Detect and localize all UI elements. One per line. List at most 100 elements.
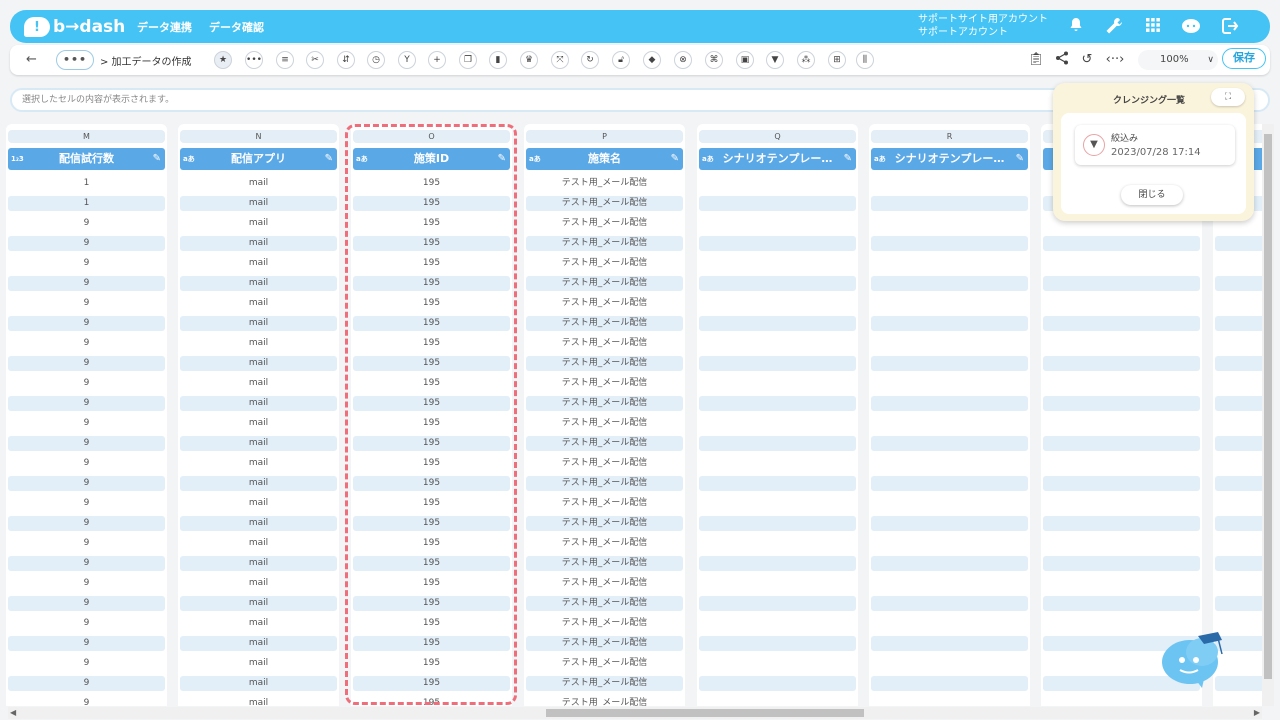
grid-column[interactable]: Raあ シナリオテンプレー… ✎ [869,124,1030,706]
grid-cell[interactable] [1215,696,1262,706]
grid-cell[interactable] [871,316,1028,331]
grid-cell[interactable] [1215,436,1262,451]
grid-cell[interactable]: mail [180,496,337,511]
grid-cell[interactable]: mail [180,616,337,631]
grid-cell[interactable] [1043,236,1200,251]
column-header[interactable]: aあ シナリオテンプレー… ✎ [871,148,1028,170]
grid-cell[interactable]: 9 [8,536,165,551]
grid-cell[interactable] [871,416,1028,431]
grid-cell[interactable]: テスト用_メール配信 [526,176,683,191]
grid-cell[interactable]: テスト用_メール配信 [526,436,683,451]
grid-cell[interactable]: mail [180,636,337,651]
box-icon[interactable]: ◆ [643,51,661,69]
grid-cell[interactable] [1215,296,1262,311]
grid-cell[interactable]: 195 [353,276,510,291]
grid-cell[interactable] [699,396,856,411]
grid-cell[interactable] [699,576,856,591]
trash-icon[interactable]: ▮ [489,51,507,69]
branch-icon[interactable]: Y [398,51,416,69]
grid-cell[interactable]: mail [180,536,337,551]
grid-cell[interactable]: テスト用_メール配信 [526,256,683,271]
grid-cell[interactable]: 195 [353,396,510,411]
column-letter[interactable]: N [180,130,337,143]
grid-cell[interactable] [699,436,856,451]
grid-cell[interactable] [1215,316,1262,331]
grid-cell[interactable]: 195 [353,556,510,571]
grid-cell[interactable]: 195 [353,236,510,251]
grid-cell[interactable] [871,376,1028,391]
column-letter[interactable]: P [526,130,683,143]
grid-cell[interactable] [871,356,1028,371]
grid-cell[interactable] [699,176,856,191]
grid-cell[interactable] [699,616,856,631]
grid-cell[interactable]: 195 [353,656,510,671]
grid-cell[interactable]: テスト用_メール配信 [526,596,683,611]
pencil-edit-icon[interactable]: ✎ [498,148,506,170]
grid-cell[interactable] [871,676,1028,691]
code-icon[interactable]: ‹··› [1104,51,1126,69]
grid-cell[interactable]: テスト用_メール配信 [526,476,683,491]
grid-cell[interactable]: 9 [8,496,165,511]
grid-cell[interactable] [1215,556,1262,571]
vertical-scrollbar[interactable] [1262,124,1274,706]
grid-cell[interactable] [1043,296,1200,311]
grid-cell[interactable]: 9 [8,296,165,311]
grid-cell[interactable]: 1 [8,176,165,191]
puzzle-icon[interactable]: ⌘ [705,51,723,69]
pencil-edit-icon[interactable]: ✎ [671,148,679,170]
grid-cell[interactable]: 195 [353,296,510,311]
grid-cell[interactable] [699,476,856,491]
grid-cell[interactable]: テスト用_メール配信 [526,316,683,331]
grid-cell[interactable]: mail [180,476,337,491]
grid-cell[interactable]: 195 [353,356,510,371]
grid-cell[interactable]: テスト用_メール配信 [526,416,683,431]
loop-icon[interactable]: ↻ [581,51,599,69]
grid-cell[interactable]: 9 [8,696,165,706]
grid-cell[interactable] [871,616,1028,631]
grid-cell[interactable] [699,536,856,551]
grid-cell[interactable] [871,296,1028,311]
timer-icon[interactable]: ◷ [367,51,385,69]
copy-icon[interactable]: ❐ [459,51,477,69]
share-icon[interactable] [1053,51,1071,69]
grid-cell[interactable] [1043,516,1200,531]
grid-cell[interactable] [871,596,1028,611]
pencil-edit-icon[interactable]: ✎ [153,148,161,170]
grid-cell[interactable]: mail [180,456,337,471]
grid-cell[interactable] [871,516,1028,531]
grid-cell[interactable] [1215,476,1262,491]
grid-cell[interactable]: 195 [353,176,510,191]
grid-cell[interactable]: 9 [8,376,165,391]
grid-cell[interactable]: 195 [353,256,510,271]
grid-cell[interactable] [1043,376,1200,391]
grid-cell[interactable]: テスト用_メール配信 [526,356,683,371]
grid-cell[interactable]: 9 [8,436,165,451]
grid-column[interactable]: Paあ 施策名 ✎ テスト用_メール配信 テスト用_メール配信 テスト用_メール配信 テスト… [524,124,685,706]
grid-cell[interactable]: mail [180,516,337,531]
grid-cell[interactable] [699,296,856,311]
close-panel-button[interactable]: 閉じる [1121,185,1183,205]
grid-cell[interactable]: mail [180,176,337,191]
grid-cell[interactable] [1043,456,1200,471]
grid-cell[interactable]: 9 [8,476,165,491]
grid-cell[interactable]: 195 [353,616,510,631]
grid-cell[interactable]: 195 [353,216,510,231]
grid-cell[interactable] [871,496,1028,511]
grid-cell[interactable] [871,276,1028,291]
grid-cell[interactable] [1043,316,1200,331]
grid-cell[interactable]: 1 [8,196,165,211]
grid-cell[interactable] [871,176,1028,191]
grid-cell[interactable]: mail [180,256,337,271]
grid-cell[interactable] [1043,576,1200,591]
grid-cell[interactable] [699,416,856,431]
grid-cell[interactable] [699,556,856,571]
grid-cell[interactable] [1215,516,1262,531]
grid-cell[interactable]: 9 [8,556,165,571]
grid-cell[interactable]: テスト用_メール配信 [526,236,683,251]
grid-cell[interactable]: mail [180,396,337,411]
back-arrow-icon[interactable]: ← [26,52,37,67]
grid-cell[interactable]: 195 [353,496,510,511]
scroll-right-icon[interactable]: ▶ [1254,707,1260,719]
grid-cell[interactable]: 195 [353,436,510,451]
grid-cell[interactable]: 195 [353,456,510,471]
